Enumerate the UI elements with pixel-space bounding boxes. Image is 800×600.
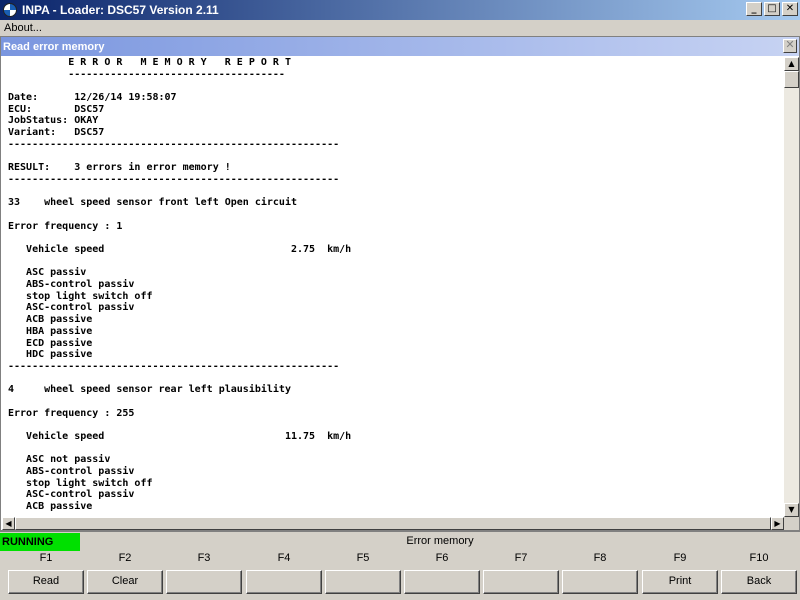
fkey-button-f5[interactable]: [325, 570, 401, 594]
report-line: JobStatus: OKAY: [8, 115, 99, 127]
window-controls: _ □ ✕: [746, 2, 798, 16]
fkey-f9: F9 Print: [642, 551, 718, 597]
report-line: ABS-control passiv: [8, 466, 135, 478]
report-line: ASC passiv: [8, 267, 87, 279]
report-line: [2, 373, 784, 385]
report-line: ASC not passiv: [8, 454, 111, 466]
minimize-button[interactable]: _: [746, 2, 762, 16]
report-line: ECU: DSC57: [8, 103, 105, 115]
report-line: HDC passive: [8, 349, 93, 361]
report-line: RESULT: 3 errors in error memory !: [8, 162, 231, 174]
child-close-button[interactable]: ✕: [783, 39, 797, 53]
fkey-button-f6[interactable]: [404, 570, 480, 594]
report-line: Vehicle speed 2.75 km/h: [8, 244, 352, 255]
report-line: E R R O R M E M O R Y R E P O R T: [8, 57, 291, 68]
fkey-f5: F5: [325, 551, 401, 597]
fkey-label: F8: [593, 552, 607, 564]
scroll-right-button[interactable]: ▶: [771, 517, 784, 530]
report-line: [2, 186, 784, 198]
report-line: Error frequency : 255: [8, 407, 135, 419]
fkey-f4: F4: [246, 551, 322, 597]
report-line: [2, 419, 784, 431]
fkey-label: F3: [197, 552, 211, 564]
report-line: [2, 80, 784, 92]
report-line: ACB passive: [8, 314, 93, 326]
report-line: ----------------------------------------…: [8, 173, 340, 185]
report-line: Variant: DSC57: [8, 127, 105, 139]
report-line: Date: 12/26/14 19:58:07: [8, 92, 177, 104]
title-bar[interactable]: INPA - Loader: DSC57 Version 2.11 _ □ ✕: [0, 0, 800, 20]
menu-bar: About...: [0, 20, 800, 36]
report-line: [2, 232, 784, 244]
fkey-button-f1[interactable]: Read: [8, 570, 84, 594]
fkey-label: F4: [277, 552, 291, 564]
scroll-left-button[interactable]: ◀: [2, 517, 15, 530]
bmw-logo-icon: [3, 3, 17, 17]
fkey-button-f4[interactable]: [246, 570, 322, 594]
fkey-f7: F7: [483, 551, 559, 597]
fkey-button-f7[interactable]: [483, 570, 559, 594]
fkey-f6: F6: [404, 551, 480, 597]
report-line: [2, 396, 784, 408]
report-line: ASC-control passiv: [8, 489, 135, 501]
fkey-f8: F8: [562, 551, 638, 597]
scrollbar-corner: [784, 517, 799, 530]
report-line: stop light switch off: [8, 477, 153, 489]
report-text-area[interactable]: E R R O R M E M O R Y R E P O R T ------…: [2, 57, 784, 517]
child-window: Read error memory ✕ E R R O R M E M O R …: [0, 36, 800, 531]
fkey-button-f2[interactable]: Clear: [87, 570, 163, 594]
report-line: Vehicle speed 11.75 km/h: [8, 431, 352, 442]
function-key-bar: F1 Read F2 Clear F3 F4 F5 F6 F7 F8 F9 Print F10 Back: [0, 551, 800, 600]
vertical-scrollbar[interactable]: ▲ ▼: [784, 57, 799, 517]
report-line: ECD passive: [8, 337, 93, 349]
report-line: stop light switch off: [8, 290, 153, 302]
app-window: INPA - Loader: DSC57 Version 2.11 _ □ ✕ …: [0, 0, 800, 600]
fkey-button-f9[interactable]: Print: [642, 570, 718, 594]
menu-about[interactable]: About...: [0, 22, 42, 34]
fkey-label: F10: [749, 552, 769, 564]
child-window-title: Read error memory: [3, 40, 105, 53]
report-line: [2, 443, 784, 455]
report-line: 4 wheel speed sensor rear left plausibil…: [8, 384, 291, 396]
report-line: ACB passive: [8, 501, 93, 513]
fkey-f10: F10 Back: [721, 551, 797, 597]
fkey-label: F2: [118, 552, 132, 564]
fkey-label: F7: [514, 552, 528, 564]
fkey-f1: F1 Read: [8, 551, 84, 597]
horizontal-scroll-thumb[interactable]: [15, 517, 771, 530]
vertical-scroll-thumb[interactable]: [784, 71, 799, 88]
fkey-label: F9: [673, 552, 687, 564]
maximize-button[interactable]: □: [764, 2, 780, 16]
child-title-bar[interactable]: Read error memory ✕: [1, 37, 799, 56]
report-line: ----------------------------------------…: [8, 360, 340, 372]
report-line: [2, 151, 784, 163]
fkey-label: F1: [39, 552, 53, 564]
report-line: ------------------------------------: [8, 68, 285, 80]
report-line: HBA passive: [8, 325, 93, 337]
report-line: Error frequency : 1: [8, 220, 123, 232]
fkey-label: F6: [435, 552, 449, 564]
report-line: ----------------------------------------…: [8, 138, 340, 150]
running-indicator: RUNNING: [0, 533, 80, 552]
report-line: 33 wheel speed sensor front left Open ci…: [8, 197, 297, 209]
fkey-button-f10[interactable]: Back: [721, 570, 797, 594]
status-bar: RUNNING Error memory: [0, 531, 800, 552]
fkey-f3: F3: [166, 551, 242, 597]
fkey-button-f8[interactable]: [562, 570, 638, 594]
report-line: [2, 256, 784, 268]
report-line: ASC-control passiv: [8, 302, 135, 314]
fkey-button-f3[interactable]: [166, 570, 242, 594]
close-button[interactable]: ✕: [782, 2, 798, 16]
report-line: ABS-control passiv: [8, 279, 135, 291]
window-title: INPA - Loader: DSC57 Version 2.11: [22, 3, 219, 17]
scroll-down-button[interactable]: ▼: [784, 503, 799, 517]
fkey-label: F5: [356, 552, 370, 564]
status-message: Error memory: [406, 535, 474, 547]
fkey-f2: F2 Clear: [87, 551, 163, 597]
report-line: [2, 209, 784, 221]
horizontal-scrollbar[interactable]: ◀ ▶: [2, 517, 784, 530]
scroll-up-button[interactable]: ▲: [784, 57, 799, 71]
